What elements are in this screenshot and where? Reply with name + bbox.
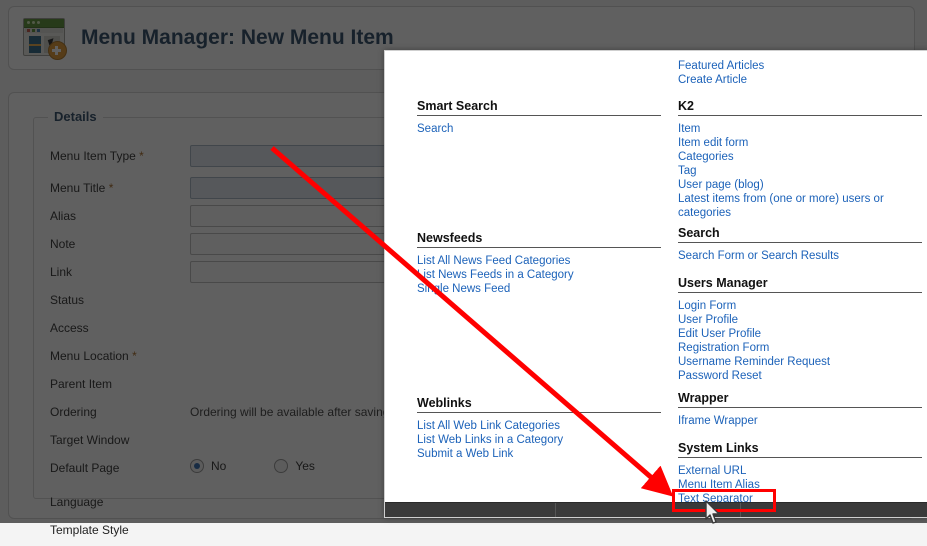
menu-type-link[interactable]: Iframe Wrapper	[678, 414, 922, 428]
annotation-highlight-box	[672, 489, 776, 512]
link-group-title: K2	[678, 99, 922, 116]
link-group: Users Manager Login Form User Profile Edit …	[678, 276, 922, 383]
link-group: Weblinks List All Web Link Categories List…	[417, 396, 661, 461]
menu-type-link[interactable]: Single News Feed	[417, 282, 661, 296]
menu-type-link[interactable]: List Web Links in a Category	[417, 433, 661, 447]
menu-type-link[interactable]: Username Reminder Request	[678, 355, 922, 369]
modal-footer-bar	[385, 502, 927, 517]
menu-type-link[interactable]: Categories	[678, 150, 922, 164]
menu-type-link[interactable]: External URL	[678, 464, 922, 478]
menu-type-link[interactable]: List News Feeds in a Category	[417, 268, 661, 282]
menu-type-link[interactable]: Latest items from (one or more) users or…	[678, 192, 922, 220]
link-group-title: Users Manager	[678, 276, 922, 293]
link-group: K2 Item Item edit form Categories Tag User pa…	[678, 99, 922, 220]
menu-type-link[interactable]: List All Web Link Categories	[417, 419, 661, 433]
menu-type-link[interactable]: Submit a Web Link	[417, 447, 661, 461]
menu-type-link[interactable]: List All News Feed Categories	[417, 254, 661, 268]
ungrouped-links: Featured Articles Create Article	[678, 59, 922, 87]
menu-item-type-modal: Smart Search Search Newsfeeds List All News…	[384, 50, 927, 518]
link-group: Newsfeeds List All News Feed Categories Li…	[417, 231, 661, 296]
menu-type-link[interactable]: User page (blog)	[678, 178, 922, 192]
menu-type-link[interactable]: Tag	[678, 164, 922, 178]
menu-type-link[interactable]: Item edit form	[678, 136, 922, 150]
menu-type-link[interactable]: Edit User Profile	[678, 327, 922, 341]
menu-type-link[interactable]: Login Form	[678, 299, 922, 313]
link-group: Search Search Form or Search Results	[678, 226, 922, 263]
menu-type-link[interactable]: Featured Articles	[678, 59, 922, 73]
link-group-title: Wrapper	[678, 391, 922, 408]
menu-type-link[interactable]: Item	[678, 122, 922, 136]
menu-type-link[interactable]: Search	[417, 122, 661, 136]
menu-type-link[interactable]: Registration Form	[678, 341, 922, 355]
menu-type-link[interactable]: Create Article	[678, 73, 922, 87]
link-group: Smart Search Search	[417, 99, 661, 136]
link-group-title: Weblinks	[417, 396, 661, 413]
field-label: Template Style	[50, 523, 129, 537]
link-group-title: Search	[678, 226, 922, 243]
menu-type-link[interactable]: User Profile	[678, 313, 922, 327]
mouse-cursor	[705, 500, 720, 524]
menu-type-link[interactable]: Password Reset	[678, 369, 922, 383]
link-group-title: System Links	[678, 441, 922, 458]
link-group-title: Newsfeeds	[417, 231, 661, 248]
link-group-title: Smart Search	[417, 99, 661, 116]
link-group: Wrapper Iframe Wrapper	[678, 391, 922, 428]
menu-type-link[interactable]: Search Form or Search Results	[678, 249, 922, 263]
